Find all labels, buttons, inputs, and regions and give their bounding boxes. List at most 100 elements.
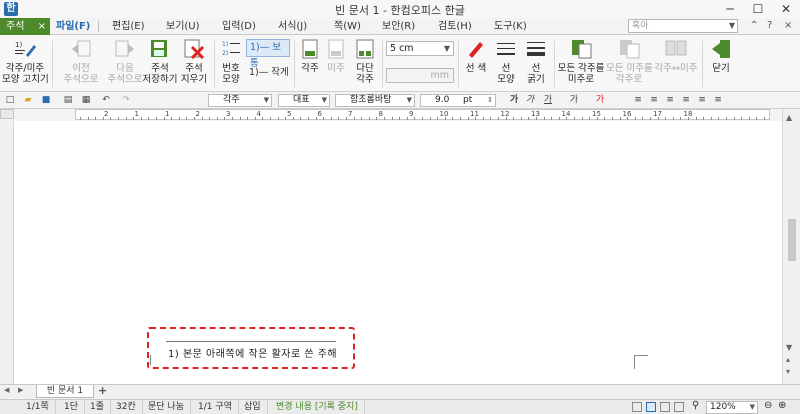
swap-icon <box>665 40 687 56</box>
menu-security[interactable]: 보안(R) <box>382 18 415 35</box>
maximize-button[interactable]: ☐ <box>744 0 772 18</box>
line-thickness-button[interactable]: 선 굵기 <box>522 35 550 92</box>
menu-tools[interactable]: 도구(K) <box>494 18 527 35</box>
endnote-button[interactable]: 미주 <box>324 35 348 92</box>
spinner-icon[interactable]: ⇕ <box>487 95 493 106</box>
swap-notes-button[interactable]: 각주↔미주 <box>652 35 700 92</box>
style-select[interactable]: 각주 ▼ <box>208 94 272 107</box>
close-button[interactable]: ✕ <box>772 0 800 18</box>
prev-note-icon <box>72 40 91 57</box>
close-doc-icon[interactable]: × <box>784 20 792 31</box>
next-page-icon[interactable]: ▾ <box>786 367 790 376</box>
tab-annotation[interactable]: 주석 × <box>0 18 50 35</box>
ruler-tick <box>756 117 758 120</box>
close-label: 닫기 <box>712 63 730 74</box>
status-page[interactable]: 1/1쪽 <box>20 400 56 414</box>
zoom-out-icon[interactable]: ⊖ <box>764 400 772 411</box>
bold-button[interactable]: 가 <box>508 95 520 106</box>
status-track-changes[interactable]: 변경 내용 [기록 중지] <box>270 400 365 414</box>
exit-icon <box>712 40 730 58</box>
align-left-icon[interactable]: ≡ <box>648 95 660 106</box>
language-select[interactable]: 대표 ▼ <box>278 94 330 107</box>
footnote-text[interactable]: 1) 본문 아래쪽에 작은 활자로 쓴 주해 <box>168 345 337 360</box>
save-icon[interactable]: ■ <box>40 95 52 106</box>
distribute-icon[interactable]: ≡ <box>696 95 708 106</box>
font-select[interactable]: 함초롬바탕 ▼ <box>335 94 415 107</box>
menu-page[interactable]: 쪽(W) <box>334 18 361 35</box>
close-tab-icon[interactable]: × <box>38 18 46 35</box>
menu-bar: 주석 × 파일(F) 편집(E) 보기(U) 입력(D) 서식(J) 쪽(W) … <box>0 18 800 35</box>
help-icon[interactable]: ? <box>767 20 772 31</box>
edit-footnote-shape-button[interactable]: 1) 각주/미주 모양 고치기 <box>2 35 49 92</box>
open-folder-icon[interactable]: ▰ <box>22 95 34 106</box>
menu-format[interactable]: 서식(J) <box>278 18 307 35</box>
ruler-tick <box>688 117 689 120</box>
underline-button[interactable]: 가 <box>542 95 554 106</box>
view-multi-page-icon[interactable] <box>674 402 684 412</box>
scroll-thumb[interactable] <box>788 219 796 261</box>
new-doc-icon[interactable]: □ <box>4 95 16 106</box>
menu-edit[interactable]: 편집(E) <box>112 18 145 35</box>
tab-scroll-left-icon[interactable]: ◀ <box>4 386 9 394</box>
zoom-icon[interactable]: ⚲ <box>692 400 699 411</box>
size-select[interactable]: 5 cm ▼ <box>386 41 454 56</box>
divide-icon[interactable]: ≡ <box>712 95 724 106</box>
all-endnotes-to-footnotes-button[interactable]: 모든 미주를 각주로 <box>606 35 653 92</box>
menu-insert[interactable]: 입력(D) <box>222 18 256 35</box>
menu-view[interactable]: 보기(U) <box>166 18 200 35</box>
line-color-button[interactable]: 선 색 <box>462 35 490 92</box>
print-icon[interactable]: ▤ <box>62 95 74 106</box>
status-insert-mode[interactable]: 삽입 <box>238 400 268 414</box>
menu-file[interactable]: 파일(F) <box>56 18 90 35</box>
search-input[interactable]: 혹아 ▼ <box>628 19 738 33</box>
scroll-down-icon[interactable]: ▼ <box>786 343 792 352</box>
font-size-input[interactable]: 9.0 pt ⇕ <box>420 94 496 107</box>
prev-note-button[interactable]: 이전 주석으로 <box>58 35 104 92</box>
ruler-number: 1 <box>165 110 170 118</box>
align-center-icon[interactable]: ≡ <box>664 95 676 106</box>
tab-document-1[interactable]: 빈 문서 1 <box>36 385 94 398</box>
ribbon-collapse-icon[interactable]: ⌃ <box>750 20 758 31</box>
number-shape-button[interactable]: 1) 2) 번호 모양 <box>218 35 244 92</box>
preview-icon[interactable]: ▦ <box>80 95 92 106</box>
ruler-tick <box>285 117 287 120</box>
ruler-number: 2 <box>195 110 200 118</box>
zoom-select[interactable]: 120% ▼ <box>706 401 758 414</box>
style-small-button[interactable]: 1)— 작게 <box>249 64 289 78</box>
style-normal-button[interactable]: 1)— 보통 <box>246 39 290 69</box>
ruler-number: 1 <box>134 110 139 118</box>
view-page-icon[interactable] <box>646 402 656 412</box>
ruler-tick <box>444 117 446 120</box>
view-normal-icon[interactable] <box>632 402 642 412</box>
align-justify-icon[interactable]: ≡ <box>632 95 644 106</box>
add-tab-button[interactable]: + <box>98 384 107 397</box>
ruler-number: 6 <box>317 110 322 118</box>
menu-review[interactable]: 검토(H) <box>438 18 472 35</box>
spacing-input[interactable]: mm <box>386 68 454 83</box>
ruler-tick <box>95 117 97 120</box>
multi-column-footnote-button[interactable]: 다단 각주 <box>350 35 380 92</box>
align-right-icon[interactable]: ≡ <box>680 95 692 106</box>
ruler-tick <box>498 117 499 120</box>
italic-button[interactable]: 가 <box>524 95 536 106</box>
redo-icon[interactable]: ↷ <box>120 95 132 106</box>
delete-note-button[interactable]: 주석 지우기 <box>176 35 212 92</box>
close-annotation-button[interactable]: 닫기 <box>706 35 736 92</box>
tab-scroll-right-icon[interactable]: ▶ <box>18 386 23 394</box>
minimize-button[interactable]: ─ <box>716 0 744 18</box>
document-page[interactable] <box>14 121 782 384</box>
vertical-scrollbar[interactable]: ▲ ▼ ▴ ▾ <box>782 109 800 384</box>
line-shape-button[interactable]: 선 모양 <box>492 35 520 92</box>
zoom-in-icon[interactable]: ⊕ <box>778 400 786 411</box>
highlight-icon[interactable]: 가 <box>594 95 606 106</box>
all-footnotes-to-endnotes-button[interactable]: 모든 각주를 미주로 <box>556 35 606 92</box>
save-note-button[interactable]: 주석 저장하기 <box>142 35 178 92</box>
scroll-up-icon[interactable]: ▲ <box>786 113 792 122</box>
footnote-button[interactable]: 각주 <box>298 35 322 92</box>
text-color-icon[interactable]: 가 <box>568 95 580 106</box>
view-two-page-icon[interactable] <box>660 402 670 412</box>
prev-page-icon[interactable]: ▴ <box>786 355 790 364</box>
undo-icon[interactable]: ↶ <box>100 95 112 106</box>
chevron-down-icon[interactable]: ▼ <box>729 20 735 32</box>
horizontal-ruler[interactable]: 2 1 1 2 3 4 5 6 7 8 9 10 11 12 13 14 15 16 17 18 <box>75 109 770 120</box>
